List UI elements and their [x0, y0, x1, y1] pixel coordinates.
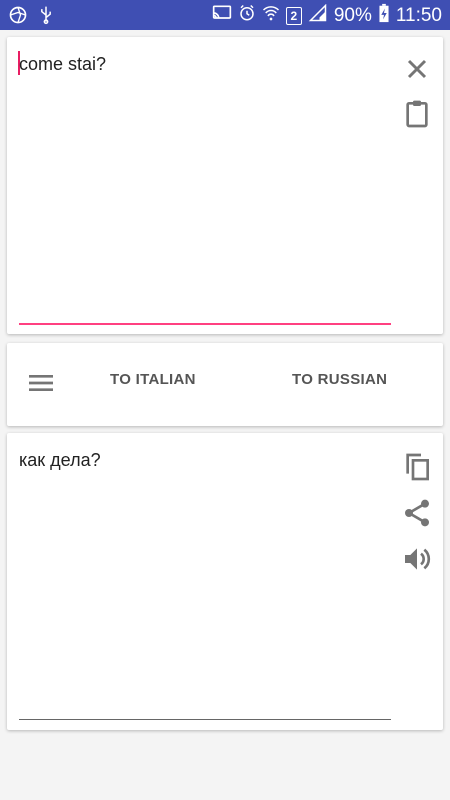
to-russian-button[interactable]: TO RUSSIAN — [292, 371, 387, 388]
usb-icon — [38, 5, 54, 30]
clipboard-icon[interactable] — [401, 98, 433, 130]
share-icon[interactable] — [401, 497, 433, 529]
battery-charging-icon — [378, 3, 390, 28]
output-underline — [19, 719, 391, 720]
copy-icon[interactable] — [401, 451, 433, 483]
translated-text: как дела? — [19, 450, 101, 470]
battery-percent: 90% — [333, 4, 372, 26]
to-italian-button[interactable]: TO ITALIAN — [110, 371, 196, 388]
wifi-icon — [262, 4, 280, 27]
menu-icon[interactable] — [25, 367, 57, 399]
signal-icon — [308, 3, 328, 27]
actions-card: TO ITALIAN TO RUSSIAN — [7, 343, 443, 426]
clock: 11:50 — [395, 4, 442, 26]
close-icon[interactable] — [401, 53, 433, 85]
input-card: come stai? — [7, 37, 443, 334]
sim-badge: 2 — [285, 6, 302, 25]
output-card: как дела? — [7, 433, 443, 730]
status-bar: 2 90% 11:50 — [0, 0, 450, 30]
alarm-icon — [238, 4, 256, 27]
volume-icon[interactable] — [401, 543, 433, 575]
source-text-input[interactable]: come stai? — [19, 51, 389, 77]
cast-icon — [212, 4, 232, 27]
input-underline — [19, 323, 391, 325]
aperture-icon — [8, 5, 28, 30]
